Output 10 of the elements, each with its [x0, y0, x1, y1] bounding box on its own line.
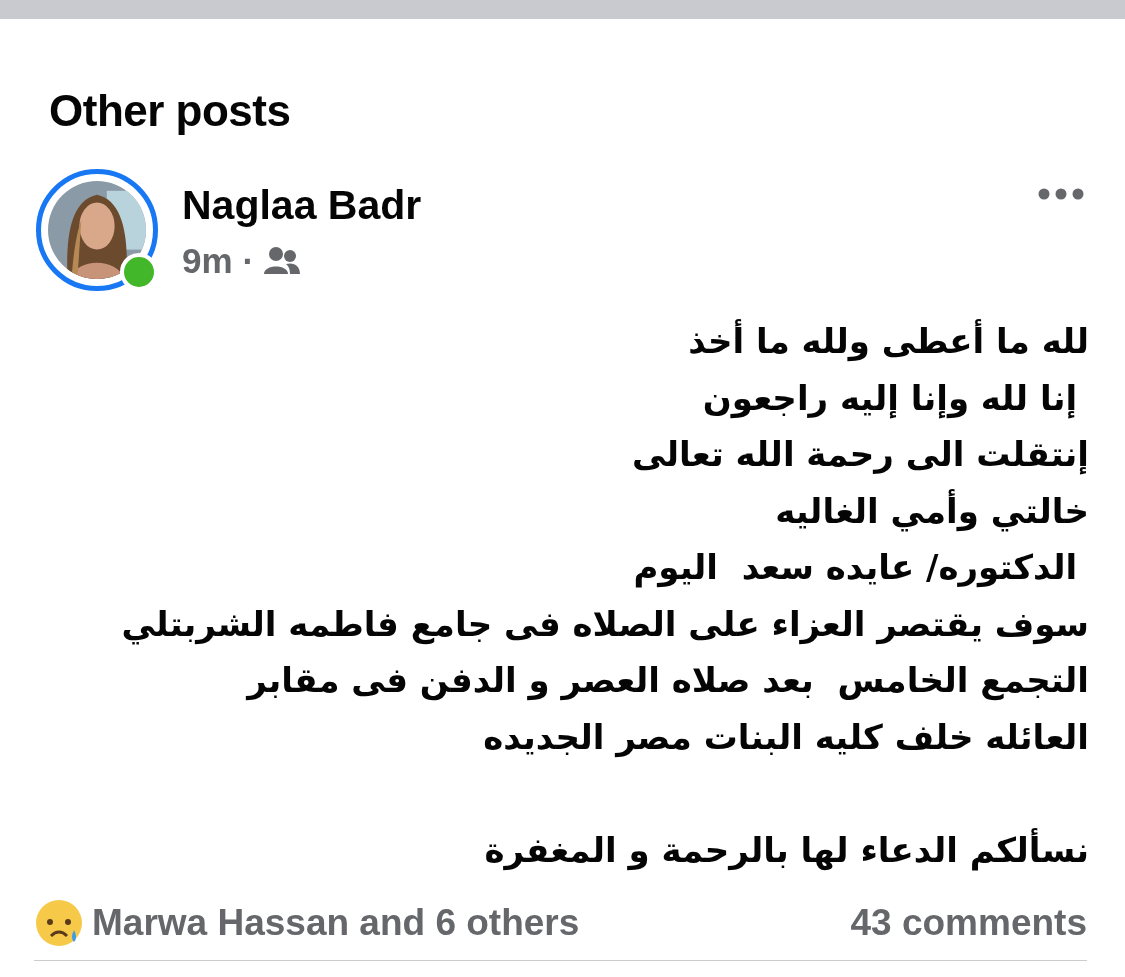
comments-count[interactable]: 43 comments	[850, 902, 1087, 944]
post-time[interactable]: 9m	[182, 241, 233, 281]
post-text: لله ما أعطى ولله ما أخذ إنا لله وإنا إليه راجعون إنتقلت الى رحمة الله تعالى خالتي وأمي الغاليه الدكتوره/ عايده سعد اليوم سوف يقتصر العزاء على الصلاه فى جامع فاطمه الشربتلي التجمع الخامس بعد صلاه العصر و الدفن فى مقابر العائله خلف كليه البنات مصر الجديده نسألكم الدعاء لها بالرحمة و المغفرة	[120, 318, 1089, 873]
separator: ·	[242, 241, 255, 281]
author-name[interactable]: Naglaa Badr	[182, 181, 422, 229]
friends-icon	[264, 246, 301, 276]
more-options-icon[interactable]	[1037, 187, 1085, 201]
section-title: Other posts	[48, 85, 292, 137]
reactions-summary[interactable]: Marwa Hassan and 6 others	[92, 902, 580, 944]
crying-face-icon	[34, 898, 84, 948]
